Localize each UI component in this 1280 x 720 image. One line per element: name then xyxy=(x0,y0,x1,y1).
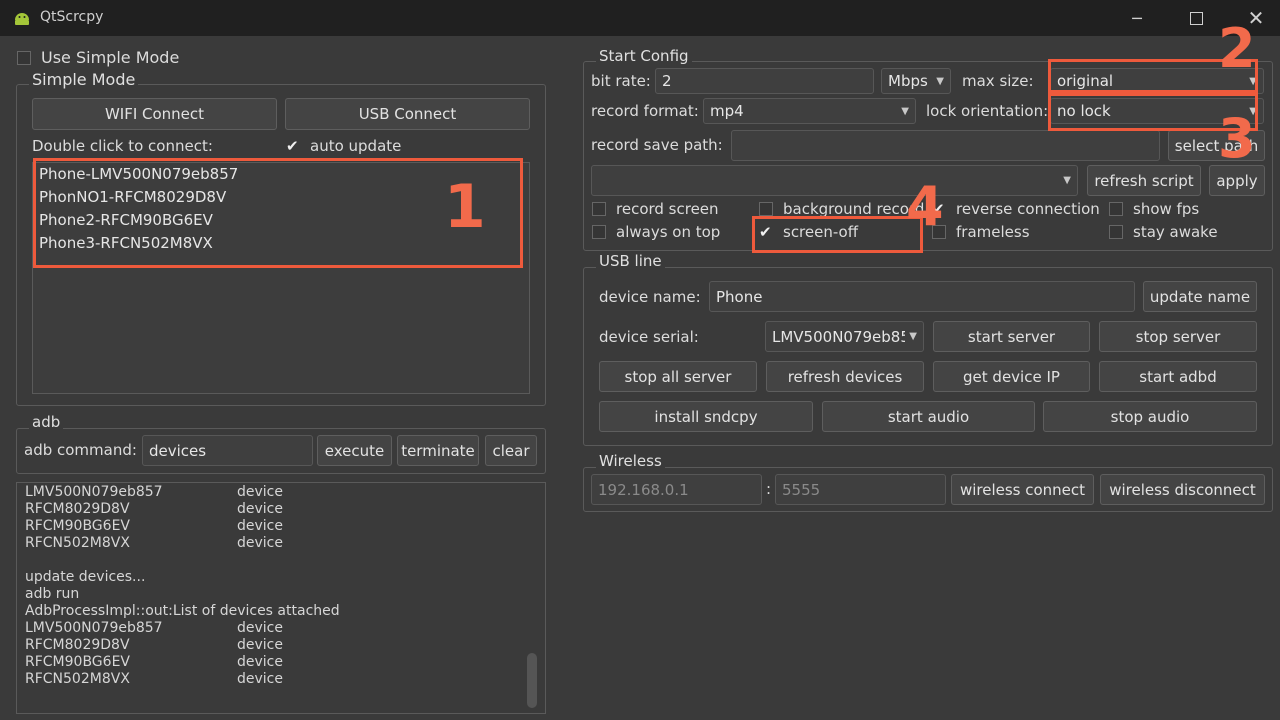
device-serial-label: device serial: xyxy=(599,328,699,346)
stay-awake-checkbox[interactable] xyxy=(1109,225,1123,239)
use-simple-mode-label: Use Simple Mode xyxy=(41,48,180,67)
bit-rate-unit-value: Mbps xyxy=(888,72,928,90)
show-fps-checkbox[interactable] xyxy=(1109,202,1123,216)
log-status: device xyxy=(237,654,283,670)
get-device-ip-button[interactable]: get device IP xyxy=(933,361,1090,392)
chevron-down-icon: ▼ xyxy=(901,105,909,117)
maximize-button[interactable] xyxy=(1166,0,1226,36)
stop-all-server-button[interactable]: stop all server xyxy=(599,361,757,392)
checkmark-icon[interactable]: ✔ xyxy=(286,139,299,154)
terminate-button[interactable]: terminate xyxy=(397,435,479,466)
simple-mode-title: Simple Mode xyxy=(29,70,139,89)
record-format-label: record format: xyxy=(591,102,699,120)
log-line: LMV500N079eb857 xyxy=(25,484,163,500)
install-sndcpy-button[interactable]: install sndcpy xyxy=(599,401,813,432)
log-line: RFCN502M8VX xyxy=(25,535,130,551)
maximize-icon xyxy=(1189,11,1203,25)
adb-command-input[interactable]: devices xyxy=(142,435,313,466)
stay-awake-label: stay awake xyxy=(1133,223,1218,241)
stop-server-button[interactable]: stop server xyxy=(1099,321,1257,352)
wireless-port-input[interactable]: 5555 xyxy=(775,474,946,505)
bit-rate-unit-select[interactable]: Mbps ▼ xyxy=(881,68,951,94)
start-adbd-button[interactable]: start adbd xyxy=(1099,361,1257,392)
lock-orientation-label: lock orientation: xyxy=(926,102,1049,120)
reverse-connection-label: reverse connection xyxy=(956,200,1100,218)
log-status: device xyxy=(237,518,283,534)
update-name-button[interactable]: update name xyxy=(1143,281,1257,312)
minimize-button[interactable]: ─ xyxy=(1107,0,1167,36)
minimize-icon: ─ xyxy=(1132,8,1142,28)
record-format-select[interactable]: mp4 ▼ xyxy=(703,98,916,124)
log-scrollbar[interactable] xyxy=(527,653,537,708)
log-status: device xyxy=(237,671,283,687)
auto-update-label: auto update xyxy=(310,137,402,155)
log-line: update devices... xyxy=(25,569,146,585)
device-name-input[interactable]: Phone xyxy=(709,281,1135,312)
annotation-number: 4 xyxy=(906,175,944,238)
max-size-label: max size: xyxy=(962,72,1034,90)
record-screen-label: record screen xyxy=(616,200,719,218)
chevron-down-icon: ▼ xyxy=(1063,175,1071,186)
wireless-title: Wireless xyxy=(596,452,665,470)
wireless-separator: : xyxy=(766,480,772,498)
log-line: RFCM90BG6EV xyxy=(25,654,130,670)
log-status: device xyxy=(237,535,283,551)
log-status: device xyxy=(237,620,283,636)
background-record-checkbox[interactable] xyxy=(759,202,773,216)
window-title: QtScrcpy xyxy=(40,9,104,25)
device-serial-select[interactable]: LMV500N079eb857 ▼ xyxy=(765,321,924,352)
use-simple-mode-checkbox[interactable] xyxy=(17,51,31,65)
device-serial-value: LMV500N079eb857 xyxy=(772,327,906,346)
log-line: RFCN502M8VX xyxy=(25,671,130,687)
refresh-devices-button[interactable]: refresh devices xyxy=(766,361,924,392)
record-save-path-input[interactable] xyxy=(731,130,1160,161)
device-name-label: device name: xyxy=(599,288,701,306)
record-screen-checkbox[interactable] xyxy=(592,202,606,216)
annotation-number: 1 xyxy=(444,172,486,242)
refresh-script-button[interactable]: refresh script xyxy=(1087,165,1201,196)
record-format-value: mp4 xyxy=(710,102,744,120)
adb-title: adb xyxy=(29,413,64,431)
frameless-label: frameless xyxy=(956,223,1030,241)
log-line: RFCM90BG6EV xyxy=(25,518,130,534)
log-line: LMV500N079eb857 xyxy=(25,620,163,636)
wireless-disconnect-button[interactable]: wireless disconnect xyxy=(1100,474,1265,505)
log-status: device xyxy=(237,637,283,653)
log-status: device xyxy=(237,484,283,500)
show-fps-label: show fps xyxy=(1133,200,1200,218)
record-save-path-label: record save path: xyxy=(591,136,723,154)
start-server-button[interactable]: start server xyxy=(933,321,1090,352)
android-icon xyxy=(15,13,29,25)
stop-audio-button[interactable]: stop audio xyxy=(1043,401,1257,432)
always-on-top-checkbox[interactable] xyxy=(592,225,606,239)
wifi-connect-button[interactable]: WIFI Connect xyxy=(32,98,277,130)
log-line: RFCM8029D8V xyxy=(25,501,130,517)
connect-hint: Double click to connect: xyxy=(32,137,213,155)
usb-line-title: USB line xyxy=(596,252,665,270)
bit-rate-label: bit rate: xyxy=(591,72,651,90)
always-on-top-label: always on top xyxy=(616,223,721,241)
log-line: AdbProcessImpl::out:List of devices atta… xyxy=(25,603,340,619)
annotation-number: 2 xyxy=(1218,17,1256,80)
wireless-connect-button[interactable]: wireless connect xyxy=(951,474,1094,505)
adb-log-output[interactable]: LMV500N079eb857 device RFCM8029D8V device RF… xyxy=(16,482,546,714)
highlight-box-4 xyxy=(752,216,923,253)
adb-command-label: adb command: xyxy=(24,441,137,459)
annotation-number: 3 xyxy=(1218,107,1256,170)
execute-button[interactable]: execute xyxy=(317,435,392,466)
wireless-ip-input[interactable]: 192.168.0.1 xyxy=(591,474,762,505)
bit-rate-input[interactable]: 2 xyxy=(655,68,874,94)
title-bar xyxy=(0,0,1280,36)
start-audio-button[interactable]: start audio xyxy=(822,401,1035,432)
script-select[interactable]: ▼ xyxy=(591,165,1078,196)
clear-button[interactable]: clear xyxy=(485,435,537,466)
chevron-down-icon: ▼ xyxy=(909,331,917,342)
log-line: RFCM8029D8V xyxy=(25,637,130,653)
chevron-down-icon: ▼ xyxy=(936,75,944,87)
log-line: adb run xyxy=(25,586,80,602)
start-config-title: Start Config xyxy=(596,47,692,65)
log-status: device xyxy=(237,501,283,517)
usb-connect-button[interactable]: USB Connect xyxy=(285,98,530,130)
